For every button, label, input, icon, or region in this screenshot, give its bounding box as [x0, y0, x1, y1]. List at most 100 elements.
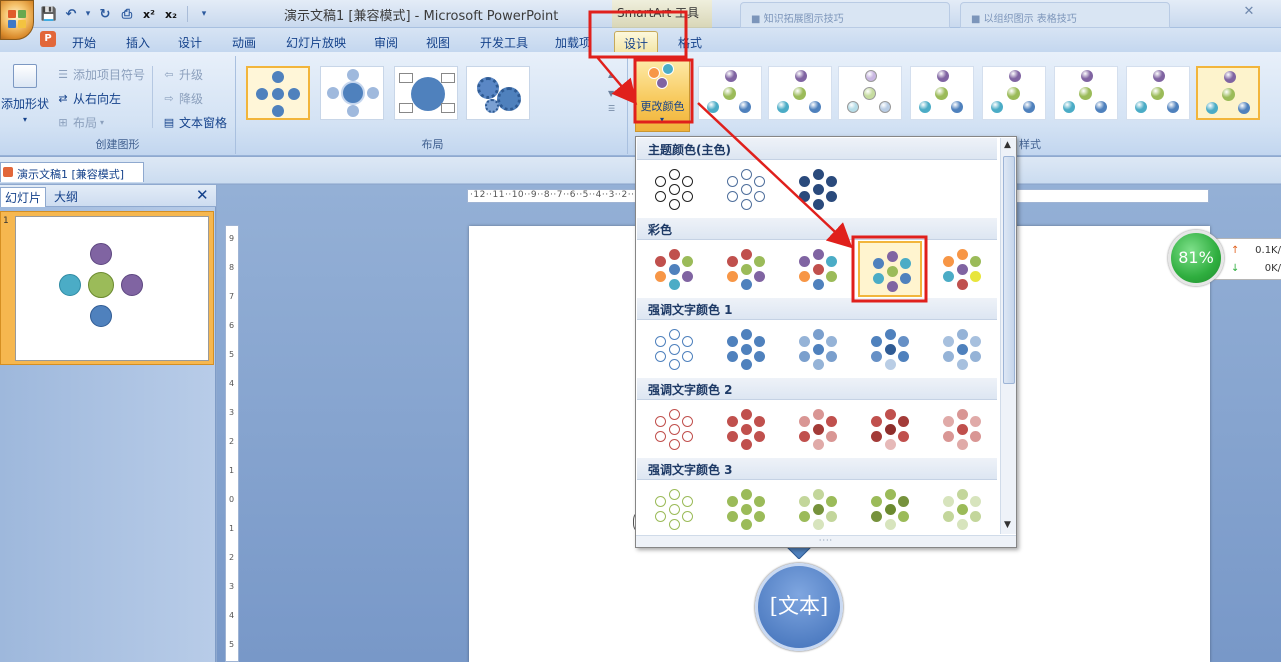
layout-option[interactable] [394, 66, 458, 120]
layout-gallery-scroll[interactable]: ▲ ▼ ☰ [608, 70, 622, 122]
swatch-dot [956, 278, 968, 290]
color-swatch[interactable] [642, 161, 706, 217]
color-swatch[interactable] [858, 401, 922, 457]
arrow-left-icon: ⇦ [164, 67, 174, 81]
save-icon[interactable]: 💾 [40, 5, 58, 23]
right-to-left-button[interactable]: ⇄ 从右向左 [56, 90, 121, 107]
bullet-list-icon: ☰ [58, 67, 68, 81]
swatch-dot [727, 191, 739, 202]
color-swatch[interactable] [714, 161, 778, 217]
color-swatch[interactable] [786, 401, 850, 457]
scroll-down-icon[interactable]: ▼ [608, 89, 622, 98]
gallery-scrollbar[interactable]: ▲ ▼ [1000, 138, 1016, 534]
close-icon[interactable]: ✕ [196, 186, 209, 204]
tab-smartart-design[interactable]: 设计 [614, 31, 658, 52]
swatch-dot [812, 438, 824, 450]
color-swatch[interactable] [930, 241, 994, 297]
color-swatch[interactable] [642, 401, 706, 457]
tab-view[interactable]: 视图 [416, 31, 460, 52]
memory-usage-badge[interactable]: 81% [1168, 230, 1224, 286]
tab-slideshow[interactable]: 幻灯片放映 [278, 31, 354, 52]
scroll-up-icon[interactable]: ▲ [608, 70, 622, 79]
smartart-style-option[interactable] [1054, 66, 1118, 120]
slide-thumbnail[interactable] [15, 216, 209, 361]
promote-button[interactable]: ⇦ 升级 [162, 66, 203, 83]
tab-home[interactable]: 开始 [62, 31, 106, 52]
smartart-style-option[interactable] [838, 66, 902, 120]
swatch-dot [825, 271, 837, 282]
resize-grip[interactable]: ···· [636, 535, 1016, 547]
color-swatch[interactable] [786, 161, 850, 217]
add-bullet-button[interactable]: ☰ 添加项目符号 [56, 66, 145, 83]
layout-option-gears[interactable] [466, 66, 530, 120]
more-icon[interactable]: ☰ [608, 104, 622, 113]
layout-option[interactable] [320, 66, 384, 120]
swatch-dot [956, 488, 968, 500]
undo-icon[interactable]: ↶ [62, 5, 80, 23]
redo-icon[interactable]: ↻ [96, 5, 114, 23]
smartart-style-option[interactable] [910, 66, 974, 120]
color-swatch[interactable] [714, 401, 778, 457]
smartart-style-option[interactable] [1126, 66, 1190, 120]
color-swatch[interactable] [786, 321, 850, 377]
scroll-down-icon[interactable]: ▼ [1004, 520, 1011, 530]
tab-developer[interactable]: 开发工具 [472, 31, 536, 52]
smartart-style-option-selected[interactable] [1196, 66, 1260, 120]
tab-design[interactable]: 设计 [168, 31, 212, 52]
color-swatch[interactable] [714, 481, 778, 537]
color-swatch[interactable] [642, 481, 706, 537]
thumb-circle [59, 274, 81, 296]
color-swatch[interactable] [930, 321, 994, 377]
slide-thumbnail-selected[interactable]: 1 [0, 211, 214, 365]
color-swatch[interactable] [786, 241, 850, 297]
tab-format[interactable]: 格式 [668, 31, 712, 52]
swatch-dot [884, 408, 896, 420]
swatch-dot [943, 256, 955, 267]
background-tab[interactable]: ■ 知识拓展图示技巧 [740, 2, 950, 28]
customize-qat-icon[interactable]: ▾ [195, 5, 213, 23]
print-preview-icon[interactable]: ⎙ [118, 5, 136, 23]
color-swatch[interactable] [642, 241, 706, 297]
tab-insert[interactable]: 插入 [116, 31, 160, 52]
smartart-text-node[interactable]: [文本] [755, 563, 843, 651]
close-icon[interactable]: ✕ [1240, 4, 1258, 22]
color-swatch[interactable] [930, 481, 994, 537]
smartart-style-option[interactable] [768, 66, 832, 120]
qat-dropdown-icon[interactable]: ▾ [84, 5, 92, 23]
document-tab[interactable]: 演示文稿1 [兼容模式] [0, 162, 144, 182]
color-swatch[interactable] [930, 401, 994, 457]
layout-option-selected[interactable] [246, 66, 310, 120]
superscript-icon[interactable]: x² [140, 5, 158, 23]
tab-slides[interactable]: 幻灯片 [0, 187, 47, 207]
section-header: 强调文字颜色 2 [637, 378, 997, 400]
scrollbar-thumb[interactable] [1003, 156, 1015, 384]
color-swatch[interactable] [714, 241, 778, 297]
text-pane-button[interactable]: ▤ 文本窗格 [162, 114, 227, 131]
background-tab[interactable]: ■ 以组织图示 表格技巧 [960, 2, 1170, 28]
color-swatch[interactable] [714, 321, 778, 377]
swatch-dot [740, 343, 752, 355]
swatch-dot [943, 511, 955, 522]
color-swatch[interactable] [642, 321, 706, 377]
color-swatch[interactable] [786, 481, 850, 537]
color-swatch[interactable] [858, 481, 922, 537]
subscript-icon[interactable]: x₂ [162, 5, 180, 23]
layout-label: 布局 [73, 116, 98, 130]
tab-addins[interactable]: 加载项 [548, 31, 598, 52]
office-button[interactable] [0, 0, 34, 40]
swatch-dot [655, 191, 667, 202]
smartart-style-option[interactable] [698, 66, 762, 120]
tab-outline[interactable]: 大纲 [50, 187, 82, 207]
demote-button[interactable]: ⇨ 降级 [162, 90, 203, 107]
smartart-style-option[interactable] [982, 66, 1046, 120]
tab-review[interactable]: 审阅 [364, 31, 408, 52]
change-colors-button[interactable]: 更改颜色 ▾ [635, 60, 690, 132]
upload-arrow-icon: ↑ [1231, 245, 1240, 256]
color-swatch[interactable] [858, 321, 922, 377]
scroll-up-icon[interactable]: ▲ [1004, 140, 1011, 150]
add-shape-button[interactable]: 添加形状 ▾ [0, 64, 50, 124]
layout-button[interactable]: ⊞ 布局 ▾ [56, 114, 104, 131]
color-swatch-selected[interactable] [858, 241, 922, 297]
tab-animation[interactable]: 动画 [222, 31, 266, 52]
network-monitor-widget[interactable]: ↑ 0.1K/ ↓ 0K/ 81% [1168, 230, 1281, 286]
